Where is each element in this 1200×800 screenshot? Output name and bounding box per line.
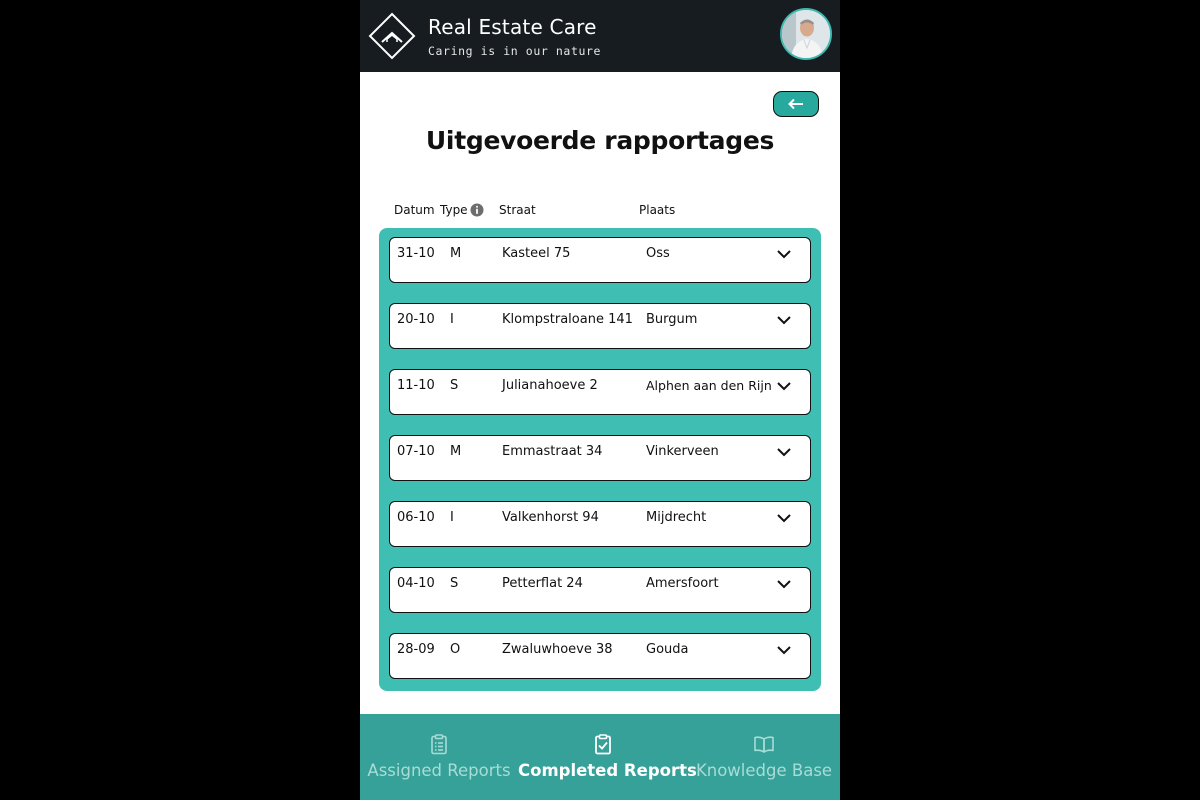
tab-label: Completed Reports <box>518 761 697 780</box>
report-city: Alphen aan den Rijn <box>646 378 772 393</box>
tab-completed-reports[interactable]: Completed Reports <box>518 714 697 800</box>
back-button[interactable] <box>773 91 819 117</box>
bottom-tab-bar: Assigned Reports Completed Reports Knowl… <box>360 714 840 800</box>
clipboard-check-icon <box>595 734 611 755</box>
report-street: Klompstraloane 141 <box>502 312 633 327</box>
report-city: Gouda <box>646 642 689 657</box>
chevron-down-icon[interactable] <box>776 644 792 656</box>
chevron-down-icon[interactable] <box>776 446 792 458</box>
tab-label: Assigned Reports <box>367 761 511 780</box>
book-open-icon <box>754 736 774 753</box>
report-type: I <box>450 510 454 525</box>
tab-assigned-reports[interactable]: Assigned Reports <box>360 714 518 800</box>
report-date: 31-10 <box>397 246 435 261</box>
user-avatar[interactable] <box>780 8 832 60</box>
report-date: 20-10 <box>397 312 435 327</box>
report-list: 31-10 M Kasteel 75 Oss 20-10 I Klompstra… <box>379 228 821 691</box>
diamond-house-icon <box>368 12 416 60</box>
report-type: I <box>450 312 454 327</box>
report-row[interactable]: 07-10 M Emmastraat 34 Vinkerveen <box>389 435 811 481</box>
report-date: 04-10 <box>397 576 435 591</box>
chevron-down-icon[interactable] <box>776 248 792 260</box>
report-street: Emmastraat 34 <box>502 444 603 459</box>
report-date: 06-10 <box>397 510 435 525</box>
chevron-down-icon[interactable] <box>776 380 792 392</box>
column-header-type: Type <box>440 203 468 217</box>
arrow-left-icon <box>788 98 803 110</box>
column-header-city: Plaats <box>639 203 676 217</box>
info-icon[interactable] <box>470 203 484 217</box>
report-type: M <box>450 246 462 261</box>
tab-label: Knowledge Base <box>695 761 833 780</box>
app-tagline: Caring is in our nature <box>428 44 602 58</box>
report-date: 07-10 <box>397 444 435 459</box>
tab-knowledge-base[interactable]: Knowledge Base <box>688 714 840 800</box>
column-header-date: Datum <box>394 203 435 217</box>
report-city: Oss <box>646 246 670 261</box>
app-header: Real Estate Care Caring is in our nature <box>360 0 840 72</box>
report-row[interactable]: 31-10 M Kasteel 75 Oss <box>389 237 811 283</box>
report-row[interactable]: 06-10 I Valkenhorst 94 Mijdrecht <box>389 501 811 547</box>
report-date: 28-09 <box>397 642 435 657</box>
report-street: Zwaluwhoeve 38 <box>502 642 613 657</box>
page-title: Uitgevoerde rapportages <box>425 126 775 155</box>
chevron-down-icon[interactable] <box>776 578 792 590</box>
report-street: Julianahoeve 2 <box>502 378 598 393</box>
report-type: S <box>450 576 459 591</box>
report-row[interactable]: 04-10 S Petterflat 24 Amersfoort <box>389 567 811 613</box>
app-screen: Real Estate Care Caring is in our nature… <box>360 0 840 800</box>
report-row[interactable]: 20-10 I Klompstraloane 141 Burgum <box>389 303 811 349</box>
chevron-down-icon[interactable] <box>776 512 792 524</box>
report-city: Burgum <box>646 312 698 327</box>
report-type: S <box>450 378 459 393</box>
app-title: Real Estate Care <box>428 15 597 39</box>
report-city: Amersfoort <box>646 576 719 591</box>
report-street: Petterflat 24 <box>502 576 583 591</box>
report-row[interactable]: 28-09 O Zwaluwhoeve 38 Gouda <box>389 633 811 679</box>
report-row[interactable]: 11-10 S Julianahoeve 2 Alphen aan den Ri… <box>389 369 811 415</box>
avatar-photo <box>782 10 830 58</box>
report-type: M <box>450 444 462 459</box>
clipboard-list-icon <box>431 734 447 755</box>
chevron-down-icon[interactable] <box>776 314 792 326</box>
report-date: 11-10 <box>397 378 435 393</box>
report-street: Kasteel 75 <box>502 246 571 261</box>
report-city: Mijdrecht <box>646 510 707 525</box>
report-type: O <box>450 642 461 657</box>
column-header-street: Straat <box>499 203 536 217</box>
report-street: Valkenhorst 94 <box>502 510 599 525</box>
report-city: Vinkerveen <box>646 444 719 459</box>
